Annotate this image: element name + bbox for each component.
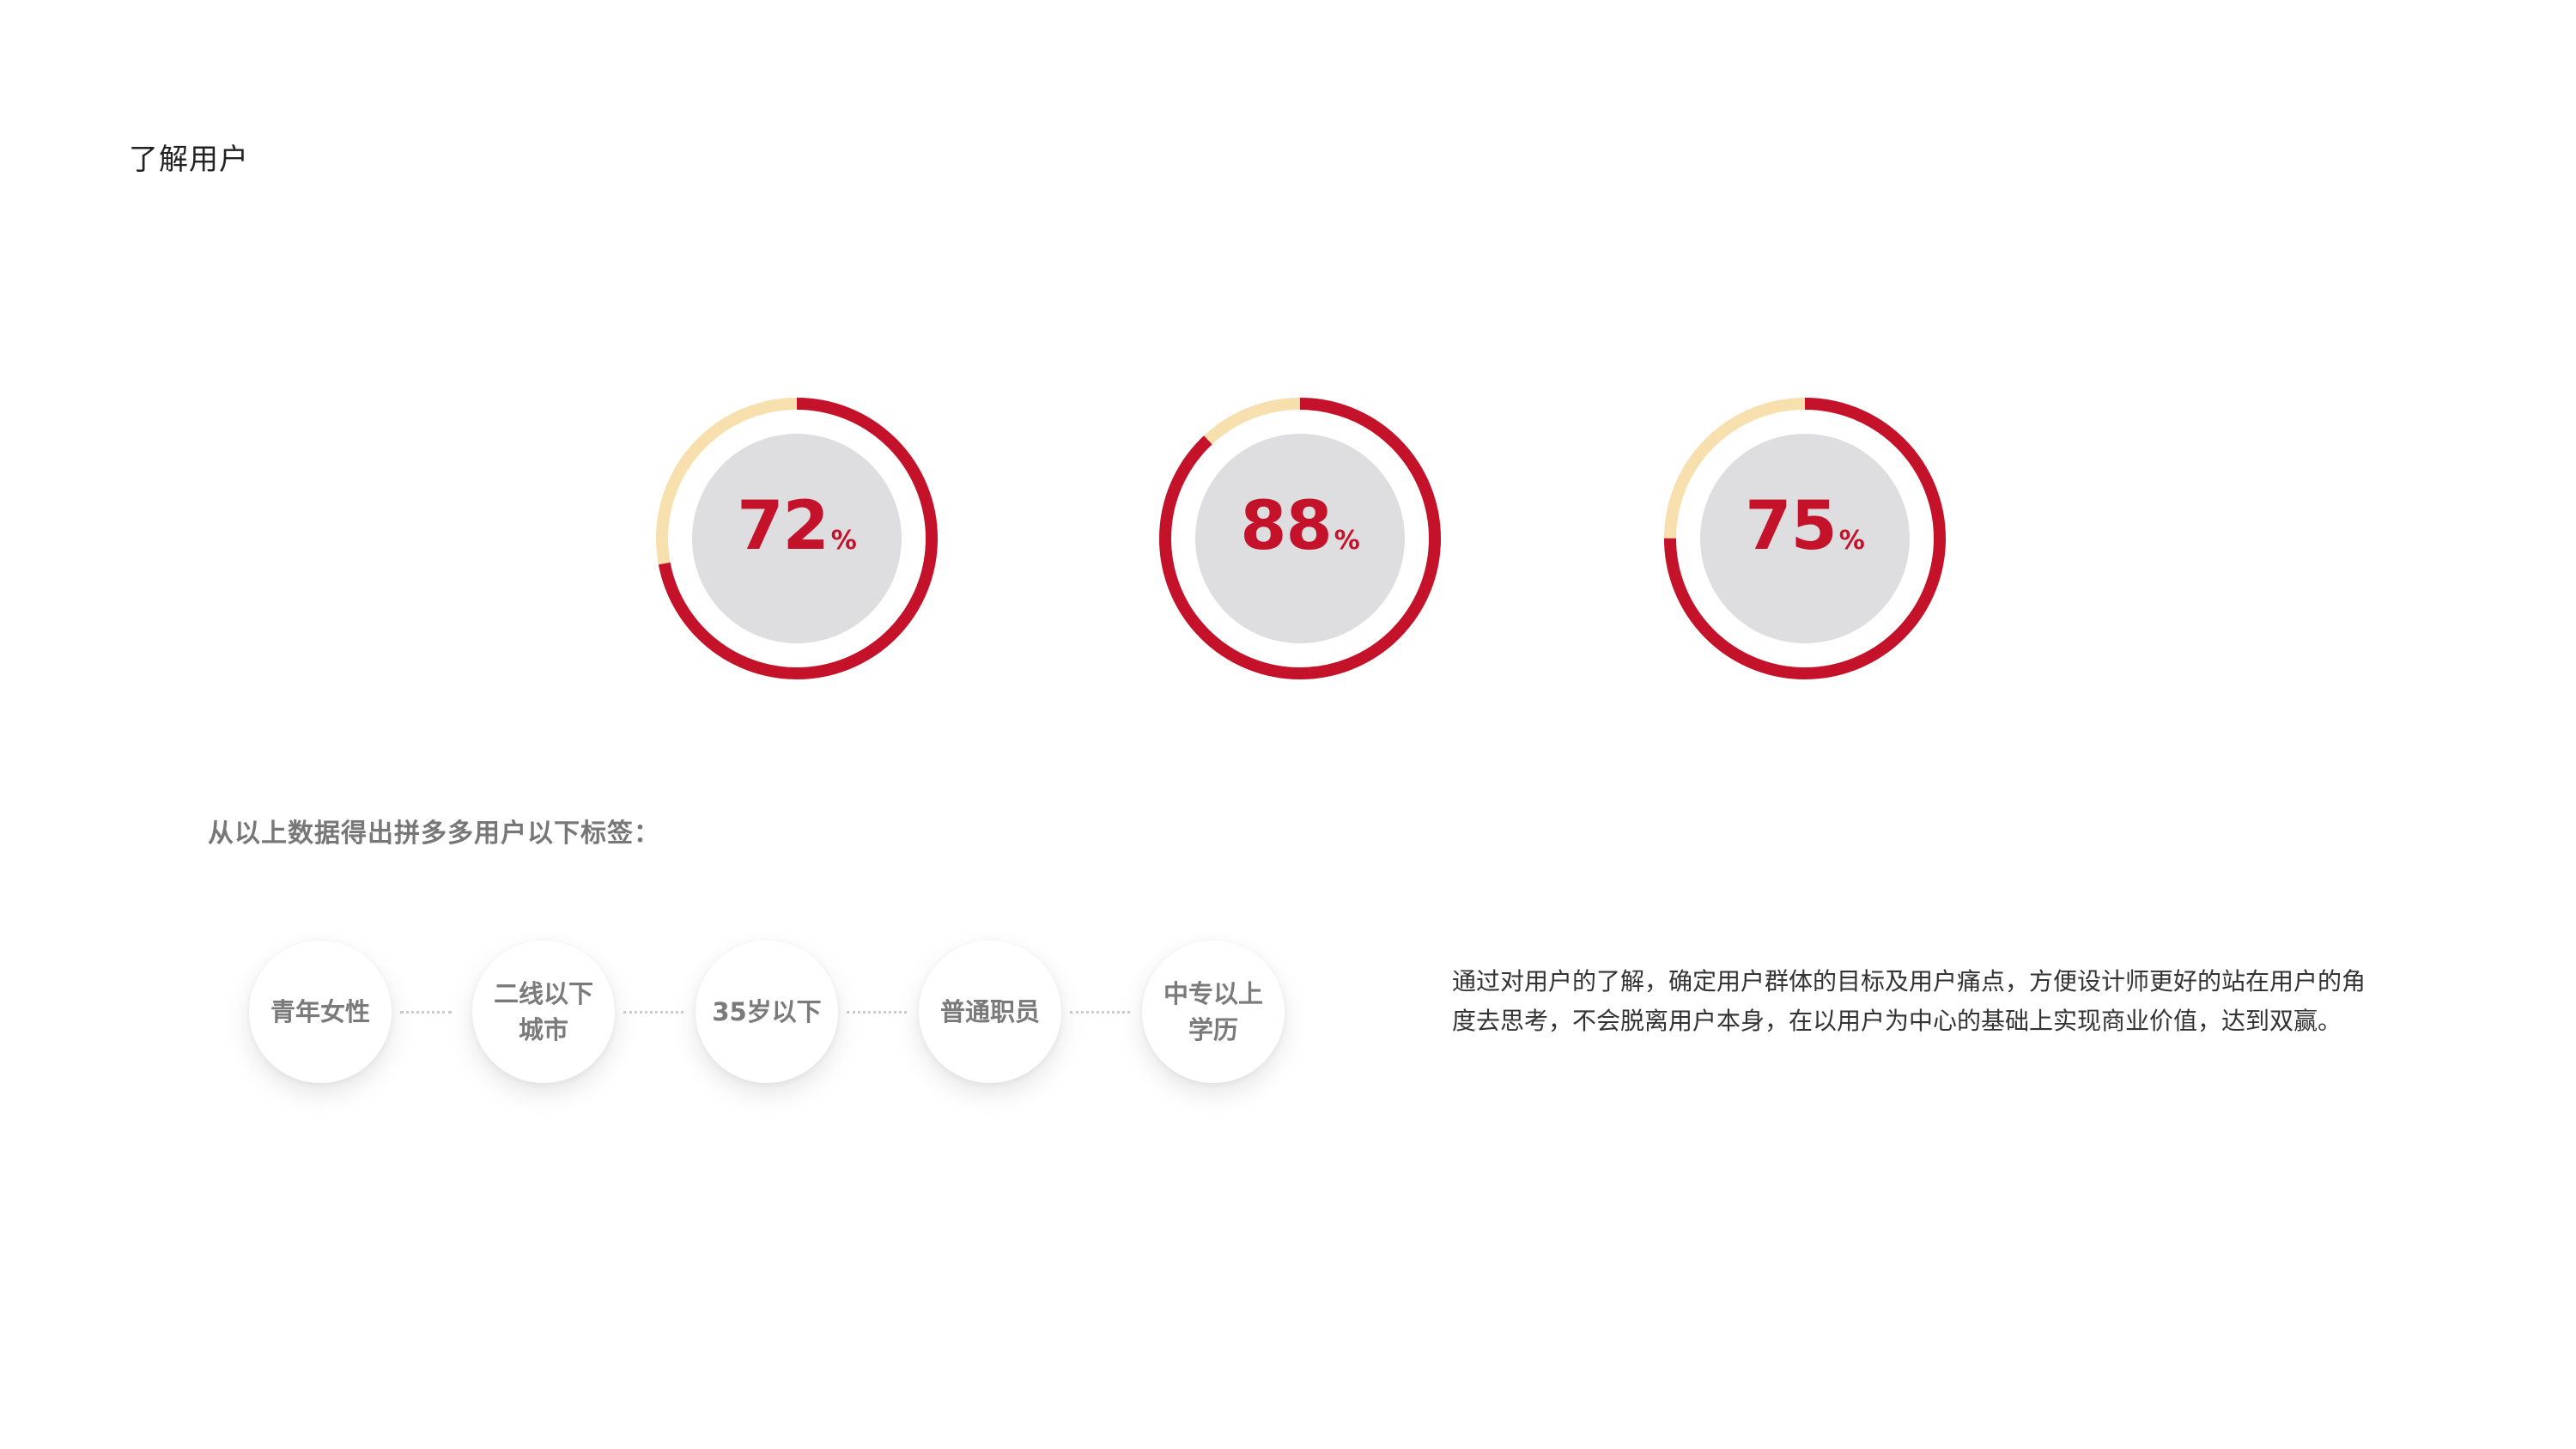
tag-under-35: 35岁以下 bbox=[696, 941, 838, 1083]
tag-label-line1: 二线以下 bbox=[493, 979, 593, 1008]
tag-label-line1: 普通职员 bbox=[939, 997, 1040, 1026]
tags-intro: 从以上数据得出拼多多用户以下标签： bbox=[208, 819, 660, 849]
tag-ordinary-staff: 普通职员 bbox=[919, 941, 1061, 1083]
ring-number: 75 bbox=[1745, 488, 1838, 565]
tag-label-line2: 城市 bbox=[518, 1015, 568, 1044]
description-line-2: 度去思考，不会脱离用户本身，在以用户为中心的基础上实现商业价值，达到双赢。 bbox=[1452, 1007, 2342, 1035]
stat-ring-3: 75% bbox=[1664, 398, 1946, 679]
tag-label-line2: 学历 bbox=[1188, 1015, 1238, 1044]
tag-connector bbox=[623, 1011, 683, 1014]
stat-ring-2: 88% bbox=[1159, 398, 1441, 679]
tag-connector bbox=[1070, 1011, 1130, 1014]
page-title: 了解用户 bbox=[129, 143, 249, 177]
ring-value: 72% bbox=[656, 493, 938, 560]
tag-label-line1: 35岁以下 bbox=[712, 997, 822, 1026]
ring-value: 88% bbox=[1159, 493, 1441, 560]
ring-value: 75% bbox=[1664, 493, 1946, 560]
ring-number: 88 bbox=[1240, 488, 1333, 565]
tag-young-women: 青年女性 bbox=[249, 941, 392, 1083]
stat-ring-1: 72% bbox=[656, 398, 938, 679]
ring-unit: % bbox=[1838, 526, 1865, 556]
tag-lower-tier-city: 二线以下 城市 bbox=[472, 941, 615, 1083]
user-tags: 青年女性 二线以下 城市 35岁以下 普通职员 中专以上 学历 bbox=[0, 0, 2576, 1449]
tag-label-line1: 青年女性 bbox=[270, 997, 370, 1026]
description-line-1: 通过对用户的了解，确定用户群体的目标及用户痛点，方便设计师更好的站在用户的角 bbox=[1452, 967, 2366, 995]
tag-education: 中专以上 学历 bbox=[1142, 941, 1285, 1083]
tag-connector bbox=[847, 1011, 907, 1014]
description-paragraph: 通过对用户的了解，确定用户群体的目标及用户痛点，方便设计师更好的站在用户的角 度… bbox=[1452, 962, 2422, 1041]
tag-connector bbox=[400, 1011, 452, 1014]
ring-unit: % bbox=[830, 526, 857, 556]
ring-unit: % bbox=[1334, 526, 1360, 556]
tag-label-line1: 中专以上 bbox=[1163, 979, 1263, 1008]
ring-number: 72 bbox=[737, 488, 829, 565]
